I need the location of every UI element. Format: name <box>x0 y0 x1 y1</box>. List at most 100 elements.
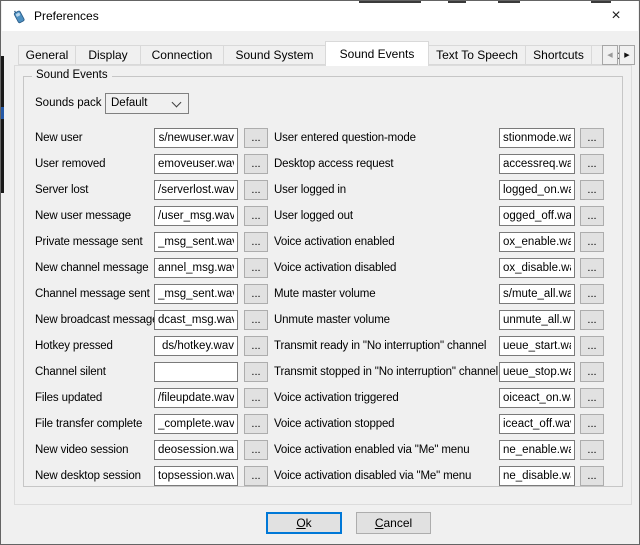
browse-button[interactable]: ... <box>580 258 604 278</box>
tab-scroll-left-button[interactable]: ◀ <box>602 45 618 65</box>
sound-event-row: Unmute master volume ... <box>274 307 609 333</box>
unmute-master-volume-input[interactable] <box>499 310 575 330</box>
browse-button[interactable]: ... <box>580 466 604 486</box>
browse-button[interactable]: ... <box>244 154 268 174</box>
browse-button[interactable]: ... <box>244 310 268 330</box>
voice-activation-disabled-via-me-menu-input[interactable] <box>499 466 575 486</box>
browse-button[interactable]: ... <box>580 232 604 252</box>
desktop-access-request-input[interactable] <box>499 154 575 174</box>
browse-button[interactable]: ... <box>580 154 604 174</box>
new-broadcast-message-input[interactable] <box>154 310 238 330</box>
sound-event-label: Channel message sent <box>35 288 154 300</box>
user-entered-question-mode-input[interactable] <box>499 128 575 148</box>
tab-text-to-speech[interactable]: Text To Speech <box>428 45 526 65</box>
browse-button[interactable]: ... <box>580 206 604 226</box>
browse-button[interactable]: ... <box>580 284 604 304</box>
screen-artifact <box>591 1 611 3</box>
sound-event-label: Mute master volume <box>274 288 499 300</box>
tab-scroll-right-button[interactable]: ▶ <box>619 45 635 65</box>
browse-button[interactable]: ... <box>580 310 604 330</box>
browse-button[interactable]: ... <box>244 232 268 252</box>
voice-activation-enabled-via-me-menu-input[interactable] <box>499 440 575 460</box>
browse-button[interactable]: ... <box>244 414 268 434</box>
arrow-left-icon: ◀ <box>607 51 612 59</box>
new-desktop-session-input[interactable] <box>154 466 238 486</box>
sound-event-row: Channel silent ... <box>35 359 268 385</box>
voice-activation-disabled-input[interactable] <box>499 258 575 278</box>
sound-event-label: Voice activation disabled via "Me" menu <box>274 470 499 482</box>
browse-button[interactable]: ... <box>580 180 604 200</box>
voice-activation-triggered-input[interactable] <box>499 388 575 408</box>
tab-shortcuts[interactable]: Shortcuts <box>525 45 592 65</box>
sound-event-label: New desktop session <box>35 470 154 482</box>
app-icon <box>11 8 27 24</box>
screen-artifact <box>1 107 4 119</box>
browse-button[interactable]: ... <box>244 388 268 408</box>
sound-events-group: Sound Events Sounds pack Default New use… <box>23 76 623 487</box>
browse-button[interactable]: ... <box>244 440 268 460</box>
ok-button[interactable]: Ok <box>266 512 342 534</box>
user-removed-input[interactable] <box>154 154 238 174</box>
tab-general[interactable]: General <box>18 45 76 65</box>
arrow-right-icon: ▶ <box>624 51 629 59</box>
tab-connection[interactable]: Connection <box>140 45 224 65</box>
browse-button[interactable]: ... <box>244 206 268 226</box>
new-video-session-input[interactable] <box>154 440 238 460</box>
sound-event-label: User logged in <box>274 184 499 196</box>
browse-button[interactable]: ... <box>580 440 604 460</box>
transmit-stopped-in-no-interruption-channel-input[interactable] <box>499 362 575 382</box>
sound-event-row: New channel message ... <box>35 255 268 281</box>
browse-button[interactable]: ... <box>244 284 268 304</box>
user-logged-out-input[interactable] <box>499 206 575 226</box>
tab-sound-events[interactable]: Sound Events <box>325 41 429 66</box>
browse-button[interactable]: ... <box>580 362 604 382</box>
window-title: Preferences <box>34 1 99 31</box>
sound-event-row: File transfer complete ... <box>35 411 268 437</box>
browse-button[interactable]: ... <box>244 180 268 200</box>
browse-button[interactable]: ... <box>580 414 604 434</box>
browse-button[interactable]: ... <box>244 336 268 356</box>
chevron-down-icon <box>172 97 182 107</box>
sounds-pack-select[interactable]: Default <box>105 93 189 114</box>
mute-master-volume-input[interactable] <box>499 284 575 304</box>
new-channel-message-input[interactable] <box>154 258 238 278</box>
browse-button[interactable]: ... <box>244 128 268 148</box>
user-logged-in-input[interactable] <box>499 180 575 200</box>
sound-event-label: New user <box>35 132 154 144</box>
channel-message-sent-input[interactable] <box>154 284 238 304</box>
voice-activation-enabled-input[interactable] <box>499 232 575 252</box>
tab-scroller: ◀ ▶ <box>602 45 635 65</box>
voice-activation-stopped-input[interactable] <box>499 414 575 434</box>
browse-button[interactable]: ... <box>580 128 604 148</box>
transmit-ready-in-no-interruption-channel-input[interactable] <box>499 336 575 356</box>
browse-button[interactable]: ... <box>244 362 268 382</box>
sound-event-row: User entered question-mode ... <box>274 125 609 151</box>
screen-artifact <box>359 1 421 3</box>
screen-artifact <box>448 1 466 3</box>
sound-event-row: Channel message sent ... <box>35 281 268 307</box>
sound-event-label: Private message sent <box>35 236 154 248</box>
sound-event-row: Transmit ready in "No interruption" chan… <box>274 333 609 359</box>
sound-event-label: Voice activation disabled <box>274 262 499 274</box>
browse-button[interactable]: ... <box>244 466 268 486</box>
browse-button[interactable]: ... <box>244 258 268 278</box>
sound-event-label: User removed <box>35 158 154 170</box>
file-transfer-complete-input[interactable] <box>154 414 238 434</box>
cancel-button[interactable]: Cancel <box>356 512 431 534</box>
browse-button[interactable]: ... <box>580 336 604 356</box>
sound-event-label: Server lost <box>35 184 154 196</box>
private-message-sent-input[interactable] <box>154 232 238 252</box>
tab-sound-system[interactable]: Sound System <box>223 45 326 65</box>
hotkey-pressed-input[interactable] <box>154 336 238 356</box>
server-lost-input[interactable] <box>154 180 238 200</box>
browse-button[interactable]: ... <box>580 388 604 408</box>
tab-display[interactable]: Display <box>75 45 141 65</box>
files-updated-input[interactable] <box>154 388 238 408</box>
close-button[interactable]: × <box>605 4 627 28</box>
sound-event-row: Desktop access request ... <box>274 151 609 177</box>
sound-event-row: New user ... <box>35 125 268 151</box>
channel-silent-input[interactable] <box>154 362 238 382</box>
sound-event-row: New broadcast message ... <box>35 307 268 333</box>
new-user-input[interactable] <box>154 128 238 148</box>
new-user-message-input[interactable] <box>154 206 238 226</box>
